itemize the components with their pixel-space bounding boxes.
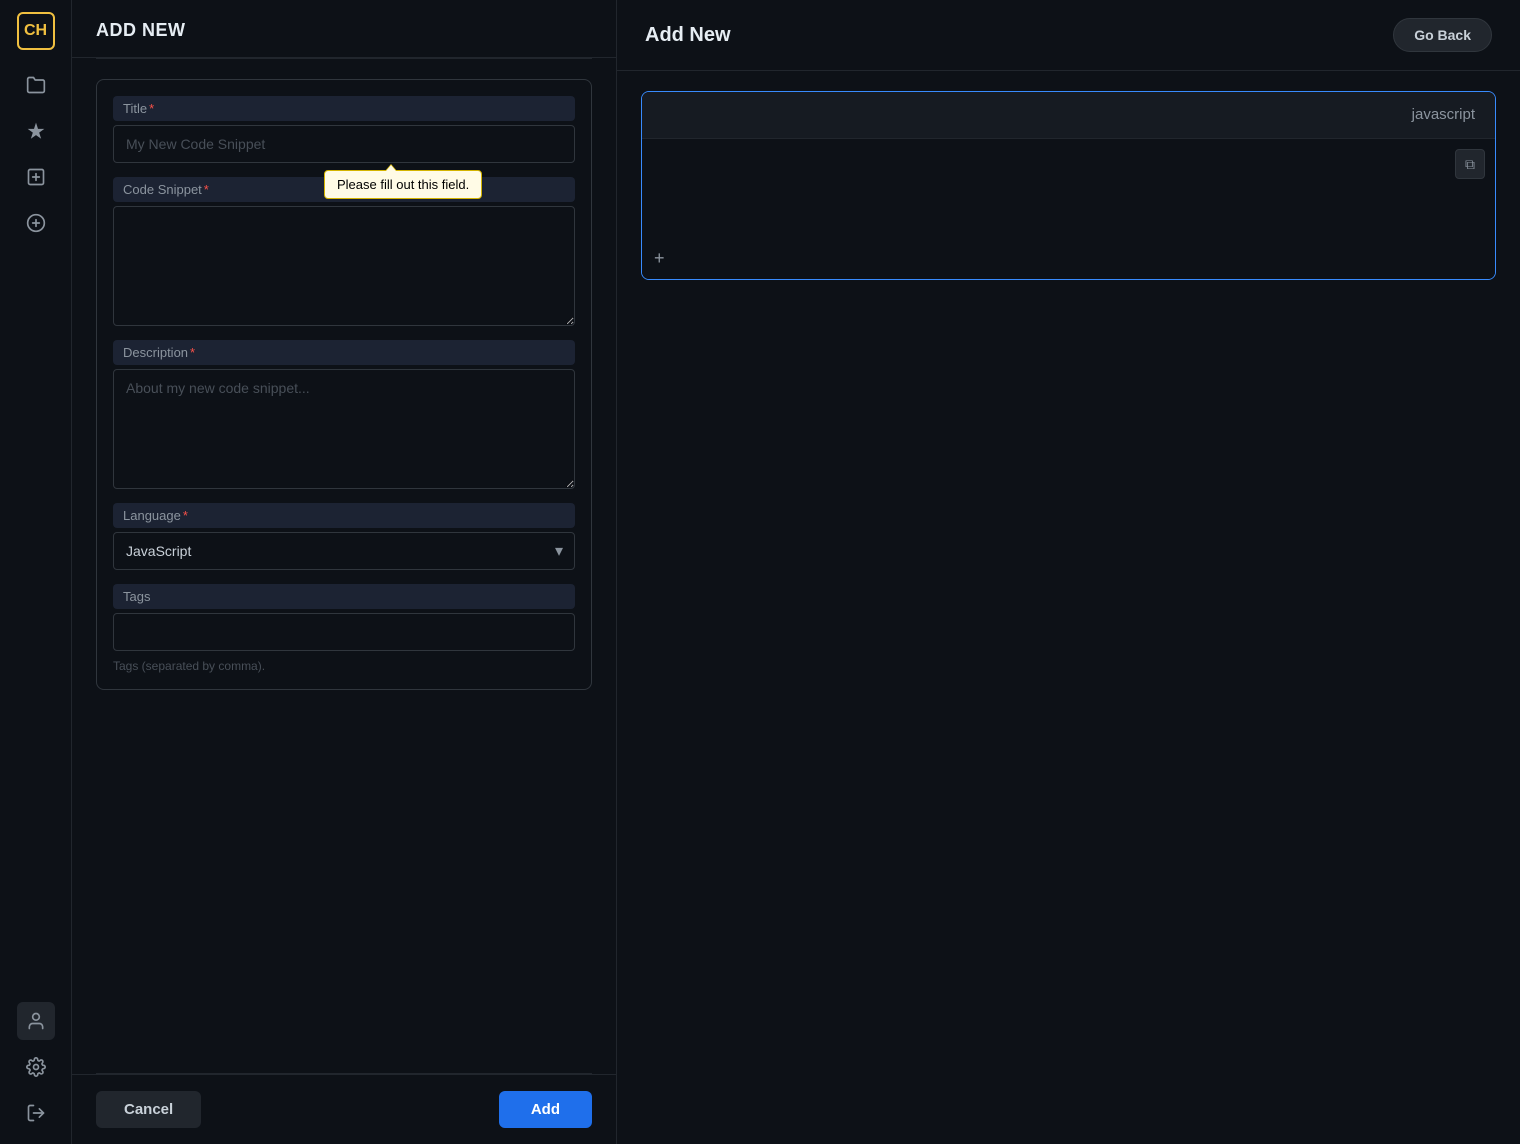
- tags-hint: Tags (separated by comma).: [113, 659, 575, 673]
- form-actions: Cancel Add: [72, 1074, 616, 1144]
- settings-icon[interactable]: [17, 1048, 55, 1086]
- description-label: Description*: [113, 340, 575, 365]
- code-snippet-field-group: Code Snippet*: [113, 177, 575, 326]
- tags-input[interactable]: [113, 613, 575, 651]
- title-field-group: Title* Please fill out this field.: [113, 96, 575, 163]
- language-select-wrapper: JavaScript Python TypeScript CSS HTML Ru…: [113, 532, 575, 570]
- go-back-button[interactable]: Go Back: [1393, 18, 1492, 52]
- language-field-group: Language* JavaScript Python TypeScript C…: [113, 503, 575, 570]
- copy-button[interactable]: ⧉: [1455, 149, 1485, 179]
- description-textarea[interactable]: [113, 369, 575, 489]
- tags-label: Tags: [113, 584, 575, 609]
- user-avatar[interactable]: [17, 1002, 55, 1040]
- sidebar: CH: [0, 0, 72, 1144]
- add-button[interactable]: Add: [499, 1091, 592, 1128]
- sidebar-item-add2[interactable]: [17, 204, 55, 242]
- language-badge: javascript: [1412, 106, 1475, 123]
- preview-card-header: javascript: [642, 92, 1495, 139]
- title-label: Title*: [113, 96, 575, 121]
- language-label: Language*: [113, 503, 575, 528]
- app-logo[interactable]: CH: [17, 12, 55, 50]
- language-select[interactable]: JavaScript Python TypeScript CSS HTML Ru…: [113, 532, 575, 570]
- code-snippet-label: Code Snippet*: [113, 177, 575, 202]
- description-field-group: Description*: [113, 340, 575, 489]
- title-input[interactable]: [113, 125, 575, 163]
- code-snippet-textarea[interactable]: [113, 206, 575, 326]
- preview-card-body: ⧉ +: [642, 139, 1495, 279]
- preview-add-button[interactable]: +: [654, 248, 665, 269]
- page-title: ADD NEW: [96, 20, 592, 41]
- preview-area: javascript ⧉ +: [617, 71, 1520, 1144]
- form-outer: Title* Please fill out this field. Code …: [96, 79, 592, 690]
- logout-icon[interactable]: [17, 1094, 55, 1132]
- left-panel-header: ADD NEW: [72, 0, 616, 58]
- right-panel-header: Add New Go Back: [617, 0, 1520, 71]
- tags-field-group: Tags Tags (separated by comma).: [113, 584, 575, 673]
- form-container: Title* Please fill out this field. Code …: [72, 59, 616, 1073]
- right-panel: Add New Go Back javascript ⧉ +: [617, 0, 1520, 1144]
- left-panel: ADD NEW Title* Please fill out this fiel…: [72, 0, 617, 1144]
- right-panel-title: Add New: [645, 24, 731, 47]
- title-input-wrapper: Please fill out this field.: [113, 125, 575, 163]
- cancel-button[interactable]: Cancel: [96, 1091, 201, 1128]
- sidebar-item-add1[interactable]: [17, 158, 55, 196]
- sidebar-item-folder[interactable]: [17, 66, 55, 104]
- sidebar-item-sparkle[interactable]: [17, 112, 55, 150]
- preview-card: javascript ⧉ +: [641, 91, 1496, 280]
